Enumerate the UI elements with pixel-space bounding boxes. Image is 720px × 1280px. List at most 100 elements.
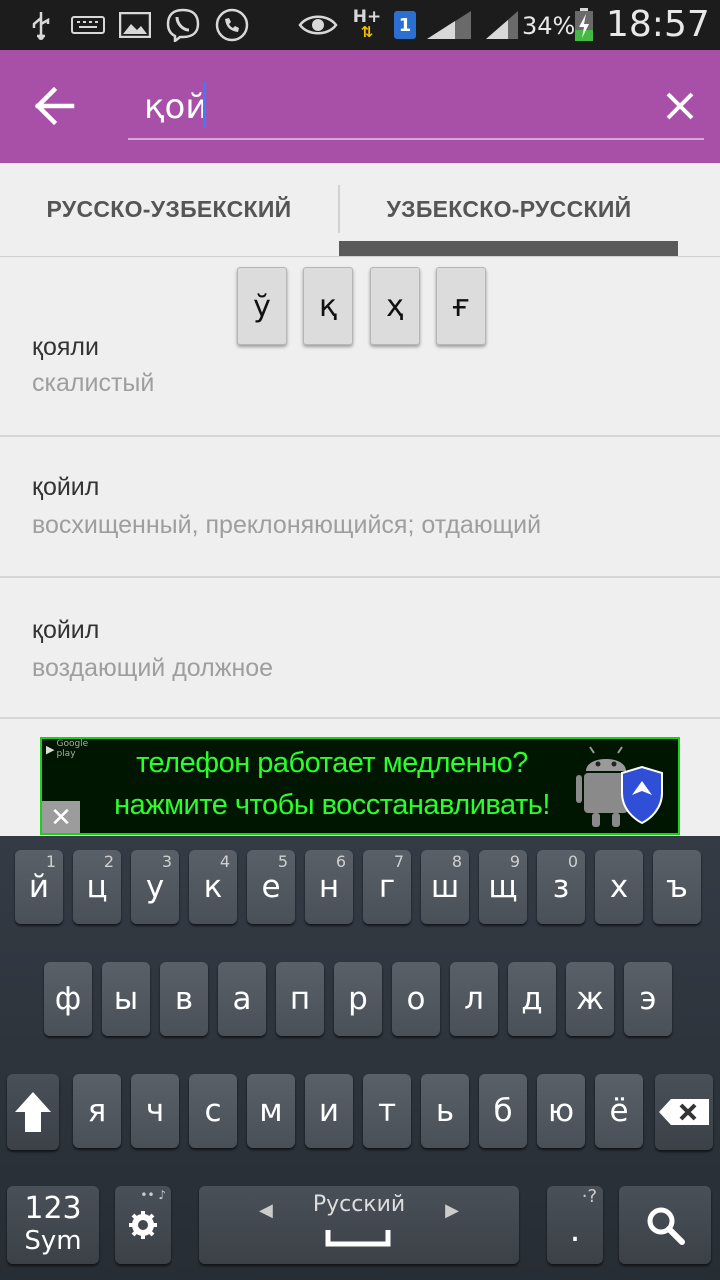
shift-arrow-icon: [15, 1092, 51, 1132]
key-hint: 1: [45, 852, 56, 871]
key-й[interactable]: й1: [15, 850, 63, 924]
key-х[interactable]: х: [595, 850, 643, 924]
ad-banner[interactable]: ▶ Google play телефон работает медленно? …: [40, 737, 680, 835]
key-ф[interactable]: ф: [44, 962, 92, 1036]
search-key[interactable]: [619, 1186, 711, 1264]
backspace-icon: [659, 1099, 709, 1125]
key-ч[interactable]: ч: [131, 1074, 179, 1148]
key-label: л: [464, 981, 484, 1017]
settings-key[interactable]: •• ♪: [115, 1186, 171, 1264]
key-label: т: [377, 1093, 397, 1129]
key-ц[interactable]: ц2: [73, 850, 121, 924]
key-label: ш: [430, 869, 460, 905]
key-ш[interactable]: ш8: [421, 850, 469, 924]
ad-headline: телефон работает медленно?: [136, 747, 528, 779]
key-у[interactable]: у3: [131, 850, 179, 924]
key-label: я: [87, 1093, 107, 1129]
key-label: ъ: [666, 869, 688, 905]
key-label: й: [28, 869, 50, 905]
special-char-h-button[interactable]: ҳ: [370, 267, 420, 345]
tab-russian-uzbek[interactable]: РУССКО-УЗБЕКСКИЙ: [0, 163, 338, 256]
key-е[interactable]: е5: [247, 850, 295, 924]
key-г[interactable]: г7: [363, 850, 411, 924]
list-item[interactable]: қойил восхищенный, преклоняющийся; отдаю…: [0, 437, 720, 578]
symbols-key[interactable]: 123 Sym: [7, 1186, 99, 1264]
key-э[interactable]: э: [624, 962, 672, 1036]
dictionary-tabs: РУССКО-УЗБЕКСКИЙ УЗБЕКСКО-РУССКИЙ: [0, 163, 720, 257]
period-key[interactable]: . ·?: [547, 1186, 603, 1264]
image-icon: [118, 10, 152, 40]
key-м[interactable]: м: [247, 1074, 295, 1148]
result-translation: восхищенный, преклоняющийся; отдающий: [32, 511, 542, 539]
key-о[interactable]: о: [392, 962, 440, 1036]
key-label: ы: [113, 981, 139, 1017]
text-cursor: [203, 82, 206, 128]
key-label: н: [318, 869, 340, 905]
key-label: е: [261, 869, 281, 905]
clear-search-button[interactable]: [656, 80, 704, 132]
key-к[interactable]: к4: [189, 850, 237, 924]
android-shield-icon: [576, 743, 666, 831]
key-щ[interactable]: щ9: [479, 850, 527, 924]
key-label: ф: [54, 981, 82, 1017]
close-icon: [666, 92, 694, 120]
key-hint: 7: [393, 852, 404, 871]
call-icon: [214, 8, 250, 42]
key-ж[interactable]: ж: [566, 962, 614, 1036]
search-input[interactable]: [128, 76, 704, 140]
key-ы[interactable]: ы: [102, 962, 150, 1036]
back-button[interactable]: [24, 80, 88, 132]
key-а[interactable]: а: [218, 962, 266, 1036]
key-ю[interactable]: ю: [537, 1074, 585, 1148]
special-char-g-button[interactable]: ғ: [436, 267, 486, 345]
key-н[interactable]: н6: [305, 850, 353, 924]
keyboard-icon: [70, 10, 106, 40]
ad-close-button[interactable]: ✕: [42, 801, 80, 833]
list-item[interactable]: қояли скалистый: [0, 257, 720, 437]
key-т[interactable]: т: [363, 1074, 411, 1148]
battery-charging-icon: [572, 8, 596, 41]
key-б[interactable]: б: [479, 1074, 527, 1148]
shift-key[interactable]: [7, 1074, 59, 1150]
special-char-q-button[interactable]: қ: [303, 267, 353, 345]
key-label: а: [232, 981, 252, 1017]
gear-icon: [129, 1211, 157, 1239]
ad-subline: нажмите чтобы восстанавливать!: [114, 789, 550, 821]
key-hint: 2: [103, 852, 114, 871]
key-з[interactable]: з0: [537, 850, 585, 924]
key-р[interactable]: р: [334, 962, 382, 1036]
key-label: о: [406, 981, 426, 1017]
key-label: ч: [145, 1093, 165, 1129]
key-hint: 8: [451, 852, 462, 871]
signal-icon: [424, 10, 474, 40]
special-char-u-button[interactable]: ў: [237, 267, 287, 345]
list-item[interactable]: қойил воздающий должное: [0, 578, 720, 719]
key-в[interactable]: в: [160, 962, 208, 1036]
key-ё[interactable]: ё: [595, 1074, 643, 1148]
key-label: ж: [576, 981, 604, 1017]
key-я[interactable]: я: [73, 1074, 121, 1148]
key-п[interactable]: п: [276, 962, 324, 1036]
space-bar-icon: [325, 1230, 391, 1247]
key-д[interactable]: д: [508, 962, 556, 1036]
status-bar: H+ ⇅ 1 34% 18:57: [0, 0, 720, 50]
key-label: ь: [435, 1093, 455, 1129]
mic-icon: •• ♪: [140, 1188, 166, 1202]
key-hint: 6: [335, 852, 346, 871]
key-label: ё: [609, 1093, 629, 1129]
key-label: з: [552, 869, 570, 905]
key-hint: 5: [277, 852, 288, 871]
language-label: Русский: [312, 1192, 406, 1217]
key-ь[interactable]: ь: [421, 1074, 469, 1148]
key-ъ[interactable]: ъ: [653, 850, 701, 924]
key-и[interactable]: и: [305, 1074, 353, 1148]
network-type-icon: H+ ⇅: [352, 7, 382, 41]
key-label: с: [204, 1093, 222, 1129]
key-с[interactable]: с: [189, 1074, 237, 1148]
key-label: в: [174, 981, 194, 1017]
usb-icon: [26, 10, 56, 40]
result-translation: воздающий должное: [32, 654, 274, 682]
key-л[interactable]: л: [450, 962, 498, 1036]
space-key[interactable]: ◀ Русский ▶: [199, 1186, 519, 1264]
backspace-key[interactable]: [655, 1074, 713, 1150]
